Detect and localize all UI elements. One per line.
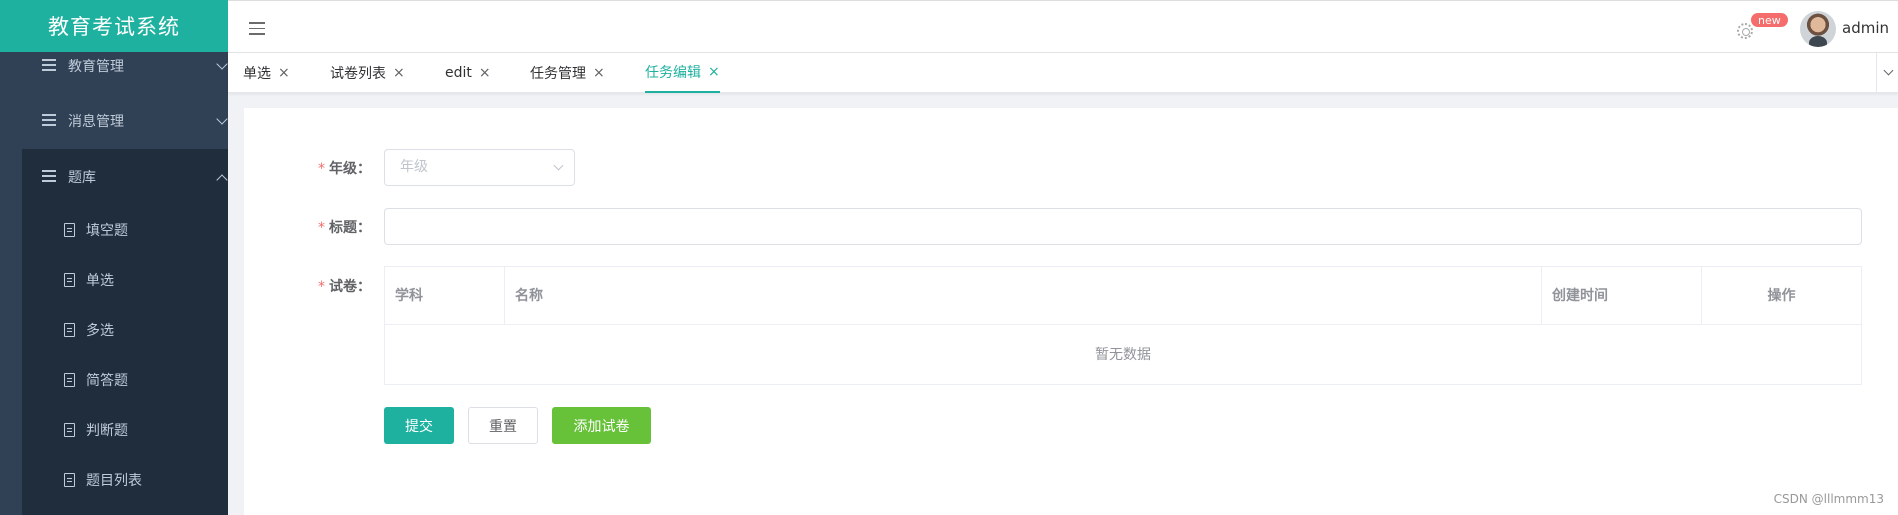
column-header-created-time[interactable]: 创建时间	[1542, 267, 1702, 325]
tag-paper-list[interactable]: 试卷列表 ×	[330, 53, 405, 93]
menu-label: 题库	[68, 170, 96, 186]
grade-label: * 年级：	[318, 161, 371, 177]
submenu-item-question-list[interactable]: 题目列表	[22, 455, 228, 505]
close-icon[interactable]: ×	[593, 65, 605, 81]
avatar[interactable]	[1800, 11, 1836, 47]
tag-task-edit[interactable]: 任务编辑 ×	[645, 53, 720, 93]
submenu-item-fill-blank[interactable]: 填空题	[22, 205, 228, 255]
new-badge: new	[1750, 12, 1789, 28]
close-icon[interactable]: ×	[479, 65, 491, 81]
gear-icon[interactable]	[1737, 23, 1753, 39]
chevron-down-icon	[216, 58, 228, 70]
document-icon	[64, 323, 75, 337]
add-paper-button[interactable]: 添加试卷	[552, 407, 651, 444]
submenu-label: 简答题	[86, 373, 128, 389]
submenu-label: 题目列表	[86, 473, 142, 489]
submenu-label: 单选	[86, 273, 114, 289]
chevron-down-icon[interactable]	[1876, 53, 1898, 93]
tag-single-choice[interactable]: 单选 ×	[243, 53, 290, 93]
grade-select-placeholder: 年级	[400, 159, 428, 175]
required-mark: *	[318, 279, 325, 295]
top-navbar: new admin	[228, 0, 1898, 53]
menu-item-education[interactable]: 教育管理	[0, 38, 228, 94]
watermark: CSDN @lllmmm13	[1773, 492, 1884, 506]
menu-list-icon	[42, 114, 58, 128]
menu-label: 教育管理	[68, 59, 124, 75]
submenu-item-short-answer[interactable]: 简答题	[22, 355, 228, 405]
menu-list-icon	[42, 59, 58, 73]
menu-item-question-bank[interactable]: 题库	[22, 149, 228, 205]
submenu-item-true-false[interactable]: 判断题	[22, 405, 228, 455]
menu-label: 消息管理	[68, 114, 124, 130]
submenu-label: 判断题	[86, 423, 128, 439]
submit-button[interactable]: 提交	[384, 407, 454, 444]
submenu-label: 填空题	[86, 223, 128, 239]
chevron-down-icon	[553, 160, 564, 171]
task-edit-form: * 年级： 年级 * 标题： * 试卷： 学科 名称 创建时间 操作 暂无数据 提交 …	[244, 108, 1898, 515]
document-icon	[64, 373, 75, 387]
document-icon	[64, 223, 75, 237]
paper-label: * 试卷：	[318, 279, 371, 295]
chevron-down-icon	[216, 113, 228, 125]
document-icon	[64, 273, 75, 287]
close-icon[interactable]: ×	[278, 65, 290, 81]
user-name[interactable]: admin	[1842, 19, 1889, 37]
tag-edit[interactable]: edit ×	[445, 53, 491, 93]
column-header-name[interactable]: 名称	[505, 267, 1542, 325]
tag-label: 任务编辑	[645, 65, 701, 81]
submenu-label: 多选	[86, 323, 114, 339]
menu-list-icon	[42, 170, 58, 184]
chevron-up-icon	[216, 174, 228, 186]
tag-task-management[interactable]: 任务管理 ×	[530, 53, 605, 93]
tag-label: edit	[445, 65, 472, 81]
close-icon[interactable]: ×	[393, 65, 405, 81]
tags-view: 单选 × 试卷列表 × edit × 任务管理 × 任务编辑 ×	[228, 53, 1898, 93]
column-header-subject[interactable]: 学科	[385, 267, 505, 325]
tag-label: 任务管理	[530, 66, 586, 82]
empty-table-text: 暂无数据	[1095, 347, 1151, 363]
title-input[interactable]	[384, 208, 1862, 245]
close-icon[interactable]: ×	[708, 64, 720, 80]
menu-item-message[interactable]: 消息管理	[0, 93, 228, 149]
submenu-item-single-choice[interactable]: 单选	[22, 255, 228, 305]
column-header-actions[interactable]: 操作	[1702, 267, 1861, 325]
hamburger-icon[interactable]	[249, 22, 265, 35]
required-mark: *	[318, 220, 325, 236]
tag-label: 单选	[243, 66, 271, 82]
submenu-item-multi-choice[interactable]: 多选	[22, 305, 228, 355]
document-icon	[64, 423, 75, 437]
sidebar: 教育考试系统 教育管理 消息管理 题库 填空题 单选 多选 简答题 判断题 题目…	[0, 0, 228, 515]
required-mark: *	[318, 161, 325, 177]
grade-select[interactable]: 年级	[384, 149, 575, 186]
tag-label: 试卷列表	[330, 66, 386, 82]
title-label: * 标题：	[318, 220, 371, 236]
reset-button[interactable]: 重置	[468, 407, 538, 444]
paper-table: 学科 名称 创建时间 操作 暂无数据	[384, 266, 1862, 385]
document-icon	[64, 473, 75, 487]
